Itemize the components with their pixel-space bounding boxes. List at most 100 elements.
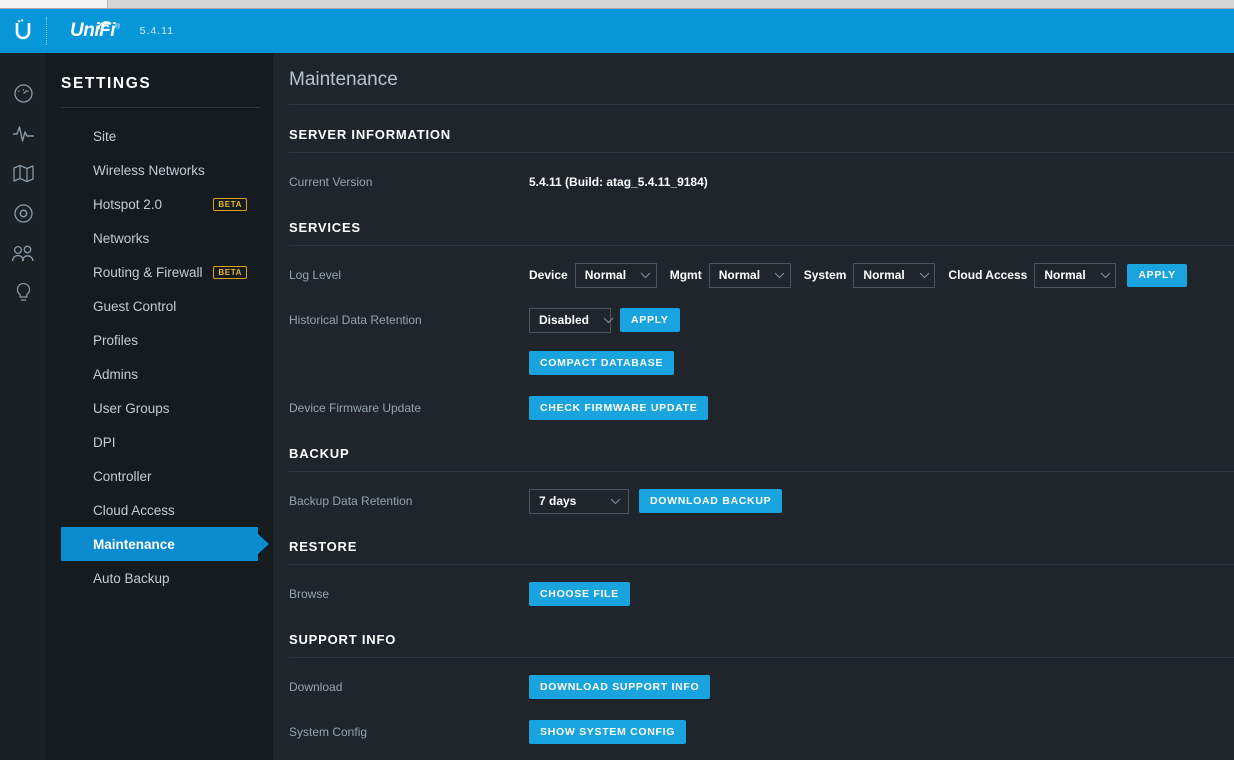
sidebar-item-label: Controller bbox=[93, 469, 152, 484]
log-level-system-label: System bbox=[804, 268, 847, 282]
row-backup-data-retention: Backup Data Retention 7 days DOWNLOAD BA… bbox=[289, 485, 1220, 517]
beta-badge: BETA bbox=[213, 198, 247, 211]
trademark-symbol: ® bbox=[115, 24, 120, 31]
log-level-cloud-access-value: Normal bbox=[1044, 268, 1085, 282]
row-browse: Browse CHOOSE FILE bbox=[289, 578, 1220, 610]
row-download-support-info: Download DOWNLOAD SUPPORT INFO bbox=[289, 671, 1220, 703]
sidebar-item-user-groups[interactable]: User Groups bbox=[61, 391, 258, 425]
sidebar-item-auto-backup[interactable]: Auto Backup bbox=[61, 561, 258, 595]
sidebar-item-controller[interactable]: Controller bbox=[61, 459, 258, 493]
log-level-apply-button[interactable]: APPLY bbox=[1127, 264, 1187, 287]
row-log-level: Log Level Device Normal Mgmt Normal Syst… bbox=[289, 259, 1220, 291]
main-content: Maintenance SERVER INFORMATION Current V… bbox=[273, 53, 1234, 760]
sidebar-item-hotspot-2-0[interactable]: Hotspot 2.0BETA bbox=[61, 187, 258, 221]
section-services: SERVICES bbox=[289, 220, 1234, 246]
sidebar-item-label: Guest Control bbox=[93, 299, 176, 314]
row-current-version: Current Version 5.4.11 (Build: atag_5.4.… bbox=[289, 166, 1220, 198]
chevron-down-icon bbox=[603, 313, 614, 327]
sidebar-item-label: Admins bbox=[93, 367, 138, 382]
log-level-mgmt-label: Mgmt bbox=[670, 268, 702, 282]
historical-data-retention-label: Historical Data Retention bbox=[289, 313, 529, 327]
statistics-icon[interactable] bbox=[0, 113, 46, 153]
sidebar-item-label: DPI bbox=[93, 435, 116, 450]
log-level-device-select[interactable]: Normal bbox=[575, 263, 657, 288]
sidebar-item-label: User Groups bbox=[93, 401, 170, 416]
browser-tab[interactable] bbox=[0, 0, 108, 8]
section-server-information: SERVER INFORMATION bbox=[289, 127, 1234, 153]
sidebar-item-cloud-access[interactable]: Cloud Access bbox=[61, 493, 258, 527]
log-level-device-label: Device bbox=[529, 268, 568, 282]
sidebar-item-maintenance[interactable]: Maintenance bbox=[61, 527, 258, 561]
logo-divider bbox=[46, 17, 47, 45]
sidebar-item-label: Maintenance bbox=[93, 537, 175, 552]
map-icon[interactable] bbox=[0, 153, 46, 193]
beta-badge: BETA bbox=[213, 266, 247, 279]
sidebar-title: SETTINGS bbox=[46, 53, 273, 93]
row-historical-data-retention: Historical Data Retention Disabled APPLY bbox=[289, 304, 1220, 336]
sidebar-item-networks[interactable]: Networks bbox=[61, 221, 258, 255]
page-title: Maintenance bbox=[289, 69, 1234, 105]
sidebar-item-routing-firewall[interactable]: Routing & Firewall BETA bbox=[61, 255, 258, 289]
log-level-label: Log Level bbox=[289, 268, 529, 282]
show-system-config-button[interactable]: SHOW SYSTEM CONFIG bbox=[529, 720, 686, 744]
devices-icon[interactable] bbox=[0, 193, 46, 233]
section-support-info: SUPPORT INFO bbox=[289, 632, 1234, 658]
log-level-mgmt-select[interactable]: Normal bbox=[709, 263, 791, 288]
browse-label: Browse bbox=[289, 587, 529, 601]
sidebar-item-site[interactable]: Site bbox=[61, 119, 258, 153]
historical-data-retention-apply-button[interactable]: APPLY bbox=[620, 308, 680, 332]
sidebar-divider bbox=[61, 107, 260, 108]
sidebar-item-dpi[interactable]: DPI bbox=[61, 425, 258, 459]
chevron-down-icon bbox=[919, 268, 930, 282]
backup-data-retention-label: Backup Data Retention bbox=[289, 494, 529, 508]
log-level-system-value: Normal bbox=[863, 268, 904, 282]
current-version-value: 5.4.11 (Build: atag_5.4.11_9184) bbox=[529, 175, 708, 189]
sidebar-item-label: Wireless Networks bbox=[93, 163, 205, 178]
dashboard-icon[interactable] bbox=[0, 73, 46, 113]
row-compact-database: COMPACT DATABASE bbox=[289, 347, 1220, 379]
sidebar-item-guest-control[interactable]: Guest Control bbox=[61, 289, 258, 323]
wifi-arc-icon bbox=[97, 15, 113, 37]
browser-chrome-strip bbox=[0, 0, 1234, 9]
sidebar-item-label: Routing & Firewall bbox=[93, 265, 203, 280]
unifi-wordmark: UniFi® bbox=[70, 20, 120, 42]
sidebar-item-label: Profiles bbox=[93, 333, 138, 348]
log-level-cloud-access-label: Cloud Access bbox=[948, 268, 1027, 282]
historical-data-retention-value: Disabled bbox=[539, 313, 589, 327]
compact-database-wrapper: COMPACT DATABASE bbox=[529, 351, 674, 375]
settings-nav-list: Site Wireless Networks Hotspot 2.0BETA Netw… bbox=[61, 119, 258, 595]
settings-sidebar: SETTINGS Site Wireless Networks Hotspot 2.… bbox=[46, 53, 273, 760]
log-level-cloud-access-select[interactable]: Normal bbox=[1034, 263, 1116, 288]
clients-icon[interactable] bbox=[0, 233, 46, 273]
download-support-info-button[interactable]: DOWNLOAD SUPPORT INFO bbox=[529, 675, 710, 699]
sidebar-item-label: Cloud Access bbox=[93, 503, 175, 518]
chevron-down-icon bbox=[640, 268, 651, 282]
log-level-mgmt-value: Normal bbox=[719, 268, 760, 282]
chevron-down-icon bbox=[1100, 268, 1111, 282]
row-device-firmware-update: Device Firmware Update CHECK FIRMWARE UP… bbox=[289, 392, 1220, 424]
version-label: 5.4.11 bbox=[140, 25, 174, 37]
top-bar: UniFi® 5.4.11 bbox=[0, 9, 1234, 53]
section-restore: RESTORE bbox=[289, 539, 1234, 565]
insights-icon[interactable] bbox=[0, 273, 46, 313]
log-level-system-select[interactable]: Normal bbox=[853, 263, 935, 288]
compact-database-button[interactable]: COMPACT DATABASE bbox=[529, 351, 674, 375]
chevron-down-icon bbox=[774, 268, 785, 282]
ubiquiti-logo-icon[interactable] bbox=[0, 19, 46, 43]
current-version-label: Current Version bbox=[289, 175, 529, 189]
sidebar-item-admins[interactable]: Admins bbox=[61, 357, 258, 391]
download-support-info-label: Download bbox=[289, 680, 529, 694]
sidebar-item-label: Networks bbox=[93, 231, 149, 246]
backup-data-retention-select[interactable]: 7 days bbox=[529, 489, 629, 514]
sidebar-item-wireless-networks[interactable]: Wireless Networks bbox=[61, 153, 258, 187]
check-firmware-update-button[interactable]: CHECK FIRMWARE UPDATE bbox=[529, 396, 708, 420]
download-backup-button[interactable]: DOWNLOAD BACKUP bbox=[639, 489, 782, 513]
system-config-label: System Config bbox=[289, 725, 529, 739]
choose-file-button[interactable]: CHOOSE FILE bbox=[529, 582, 630, 606]
chevron-down-icon bbox=[610, 494, 621, 508]
historical-data-retention-select[interactable]: Disabled bbox=[529, 308, 611, 333]
sidebar-item-profiles[interactable]: Profiles bbox=[61, 323, 258, 357]
icon-rail bbox=[0, 53, 46, 760]
log-level-device-value: Normal bbox=[585, 268, 626, 282]
section-backup: BACKUP bbox=[289, 446, 1234, 472]
